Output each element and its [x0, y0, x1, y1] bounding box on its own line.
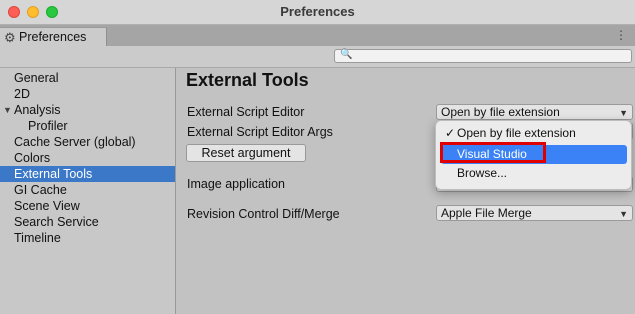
- script-editor-label: External Script Editor: [187, 105, 305, 119]
- sidebar-item-external-tools[interactable]: External Tools: [0, 166, 175, 182]
- menu-item-open-by-file-extension[interactable]: ✓ Open by file extension: [441, 124, 627, 143]
- sidebar-item-label: External Tools: [14, 167, 93, 181]
- sidebar-item-label: Profiler: [28, 119, 68, 133]
- tab-strip: ⚙ Preferences ⋮: [0, 25, 635, 47]
- sidebar-item-label: Colors: [14, 151, 51, 165]
- sidebar-item-label: Scene View: [14, 199, 80, 213]
- sidebar-item-analysis[interactable]: ▼ Analysis: [0, 102, 175, 118]
- menu-item-label: Browse...: [457, 166, 508, 180]
- sidebar-item-cache-server[interactable]: Cache Server (global): [0, 134, 175, 150]
- sidebar-item-label: 2D: [14, 87, 30, 101]
- sidebar-item-timeline[interactable]: Timeline: [0, 230, 175, 246]
- script-editor-dropdown[interactable]: Open by file extension ▼: [436, 104, 633, 120]
- sidebar-item-gi-cache[interactable]: GI Cache: [0, 182, 175, 198]
- menu-item-label: Open by file extension: [457, 126, 576, 140]
- search-icon: 🔍: [340, 49, 353, 60]
- image-application-label: Image application: [187, 177, 285, 191]
- sidebar-item-label: Search Service: [14, 215, 99, 229]
- sidebar-item-label: General: [14, 71, 59, 85]
- revision-control-label: Revision Control Diff/Merge: [187, 207, 340, 221]
- search-bar: 🔍: [0, 46, 635, 68]
- sidebar-item-profiler[interactable]: Profiler: [0, 118, 175, 134]
- sidebar-item-colors[interactable]: Colors: [0, 150, 175, 166]
- menu-item-browse[interactable]: Browse...: [441, 164, 627, 183]
- checkmark-icon: ✓: [445, 126, 456, 140]
- script-editor-menu: ✓ Open by file extension Visual Studio B…: [435, 120, 632, 190]
- sidebar-item-label: GI Cache: [14, 183, 67, 197]
- sidebar-item-2d[interactable]: 2D: [0, 86, 175, 102]
- sidebar-item-general[interactable]: General: [0, 70, 175, 86]
- sidebar: General 2D ▼ Analysis Profiler Cache Ser…: [0, 68, 176, 314]
- chevron-down-icon: ▼: [619, 209, 628, 219]
- window-titlebar: Preferences: [0, 0, 635, 25]
- window-title: Preferences: [280, 4, 355, 19]
- revision-control-value: Apple File Merge: [441, 206, 532, 220]
- tab-label: Preferences: [19, 30, 87, 44]
- sidebar-item-label: Analysis: [14, 103, 61, 117]
- sidebar-item-scene-view[interactable]: Scene View: [0, 198, 175, 214]
- more-options-icon[interactable]: ⋮: [615, 28, 627, 42]
- tab-preferences[interactable]: ⚙ Preferences: [0, 27, 107, 47]
- revision-control-dropdown[interactable]: Apple File Merge ▼: [436, 205, 633, 221]
- main-panel: External Tools External Script Editor Op…: [176, 68, 635, 314]
- script-editor-value: Open by file extension: [441, 105, 560, 119]
- highlight-annotation-box: [440, 142, 546, 163]
- script-editor-args-label: External Script Editor Args: [187, 125, 333, 139]
- page-title: External Tools: [186, 70, 309, 90]
- search-input[interactable]: 🔍: [334, 49, 632, 63]
- sidebar-item-label: Timeline: [14, 231, 61, 245]
- sidebar-item-search-service[interactable]: Search Service: [0, 214, 175, 230]
- chevron-down-icon[interactable]: ▼: [3, 102, 12, 118]
- reset-argument-button[interactable]: Reset argument: [186, 144, 306, 162]
- gear-icon: ⚙: [4, 30, 16, 45]
- sidebar-item-label: Cache Server (global): [14, 135, 136, 149]
- chevron-down-icon: ▼: [619, 108, 628, 118]
